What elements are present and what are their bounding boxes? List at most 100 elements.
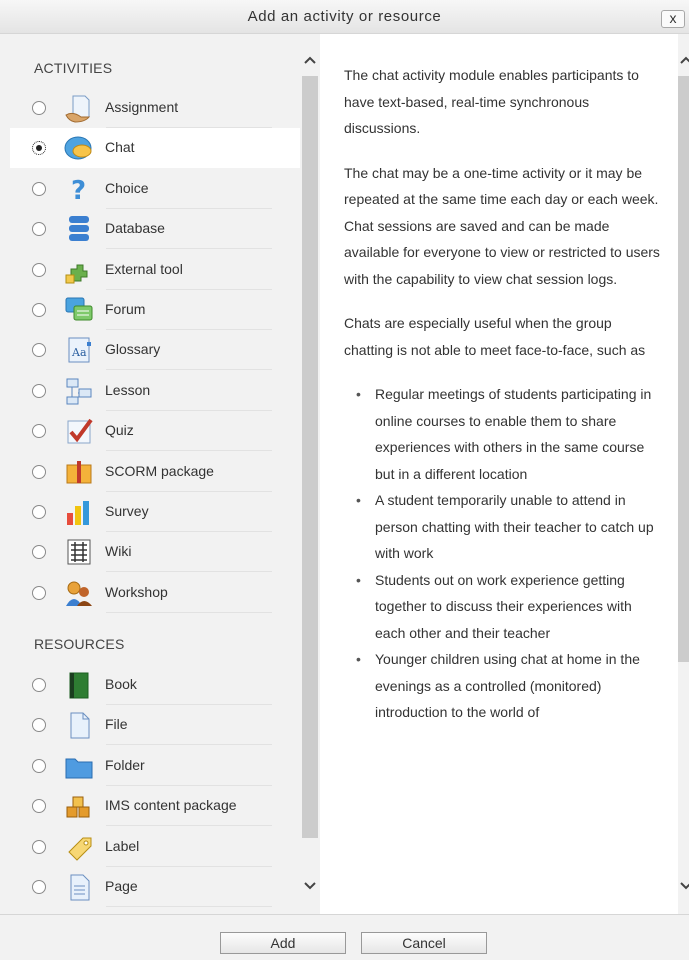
database-icon [63,214,95,244]
module-option[interactable]: Survey [10,492,300,532]
ims-package-icon [63,791,95,821]
list-scroll-up-icon[interactable] [302,52,318,68]
module-label: Forum [105,301,146,317]
module-option[interactable]: Book [10,665,300,705]
module-label: Choice [105,179,149,196]
module-label: Book [105,676,137,692]
module-radio[interactable] [32,383,46,398]
description-scrollbar-thumb[interactable] [678,76,689,662]
module-label: SCORM package [105,462,214,479]
module-description-panel: The chat activity module enables partici… [320,34,678,914]
svg-text:?: ? [71,176,86,204]
close-button[interactable]: x [661,10,685,28]
cancel-button[interactable]: Cancel [361,932,487,954]
module-radio[interactable] [32,758,46,773]
activities-heading: ACTIVITIES [34,60,113,76]
module-radio[interactable] [32,343,46,358]
module-label: Chat [105,139,135,156]
module-radio[interactable] [32,585,46,600]
module-option[interactable]: Wiki [10,532,300,573]
module-label: Quiz [105,422,134,439]
description-paragraph: The chat may be a one-time activity or i… [344,164,660,287]
module-radio[interactable] [32,799,46,814]
description-scroll-down-icon[interactable] [678,878,689,894]
survey-icon [63,497,95,527]
module-radio[interactable] [32,464,46,479]
module-radio[interactable] [32,718,46,733]
description-bullet: A student temporarily unable to attend i… [356,487,662,567]
list-scroll-down-icon[interactable] [302,878,318,894]
option-divider [106,611,272,613]
description-bullet: Students out on work experience getting … [356,567,662,647]
list-scrollbar-thumb[interactable] [302,76,318,838]
module-radio[interactable] [32,678,46,692]
module-radio[interactable] [32,101,46,115]
module-label: File [105,716,128,733]
forum-icon [63,295,95,325]
module-option[interactable]: Page [10,867,300,907]
description-scroll-up-icon[interactable] [678,52,689,68]
module-label: IMS content package [105,797,237,814]
module-option[interactable]: External tool [10,250,300,290]
module-option[interactable]: Folder [10,746,300,786]
module-label: Page [105,878,138,894]
module-radio[interactable] [32,303,46,317]
module-option[interactable]: Aa Glossary [10,330,300,371]
module-option[interactable]: ? Choice [10,169,300,209]
module-label: Glossary [105,341,161,358]
scorm-icon [63,457,95,487]
module-option[interactable]: Label [10,827,300,867]
module-label: Folder [105,756,145,773]
module-radio[interactable] [32,424,46,439]
module-radio[interactable] [32,222,46,237]
module-radio[interactable] [32,141,46,156]
module-label: Lesson [105,381,151,398]
module-radio[interactable] [32,545,46,560]
module-option[interactable]: Lesson [10,371,300,411]
module-option[interactable]: Quiz [10,411,300,452]
module-description: The chat activity module enables partici… [344,62,662,726]
module-label: Survey [105,503,149,519]
module-label: Workshop [105,583,168,600]
module-option[interactable]: Assignment [10,88,300,128]
add-button[interactable]: Add [220,932,346,954]
module-radio[interactable] [32,880,46,894]
module-label: Database [105,220,165,237]
book-icon [63,670,95,700]
module-label: Wiki [105,543,132,560]
module-option[interactable]: Chat [10,128,300,169]
svg-text:Aa: Aa [71,346,87,359]
module-option[interactable]: Forum [10,290,300,330]
wiki-icon [63,537,95,567]
description-paragraph: Chats are especially useful when the gro… [344,315,646,358]
folder-icon [63,751,95,781]
file-icon [63,710,95,740]
option-divider [106,906,272,907]
module-radio[interactable] [32,839,46,854]
module-radio[interactable] [32,181,46,196]
add-activity-dialog: Add an activity or resource x ACTIVITIES… [0,0,689,960]
description-bullet-list: Regular meetings of students participati… [356,381,662,726]
module-label: External tool [105,260,183,277]
quiz-icon [63,416,95,446]
description-bullet: Younger children using chat at home in t… [356,646,662,726]
lesson-icon [63,376,95,406]
module-option[interactable]: SCORM package [10,452,300,492]
module-option[interactable]: Database [10,209,300,250]
label-icon [63,832,95,862]
module-option[interactable]: IMS content package [10,786,300,827]
module-option[interactable]: Workshop [10,573,300,613]
description-paragraph: The chat activity module enables partici… [344,67,639,136]
module-radio[interactable] [32,262,46,277]
module-label: Label [105,837,140,854]
external-tool-icon [63,255,95,285]
description-bullet: Regular meetings of students participati… [356,381,662,487]
choice-icon: ? [63,174,95,204]
dialog-footer: Add Cancel [0,914,689,960]
dialog-titlebar: Add an activity or resource x [0,0,689,34]
module-chooser-list: ACTIVITIES Assignment Chat? Choice Database… [10,34,300,914]
assignment-icon [63,93,95,123]
module-option[interactable]: File [10,705,300,746]
module-radio[interactable] [32,505,46,519]
module-label: Assignment [105,99,179,115]
